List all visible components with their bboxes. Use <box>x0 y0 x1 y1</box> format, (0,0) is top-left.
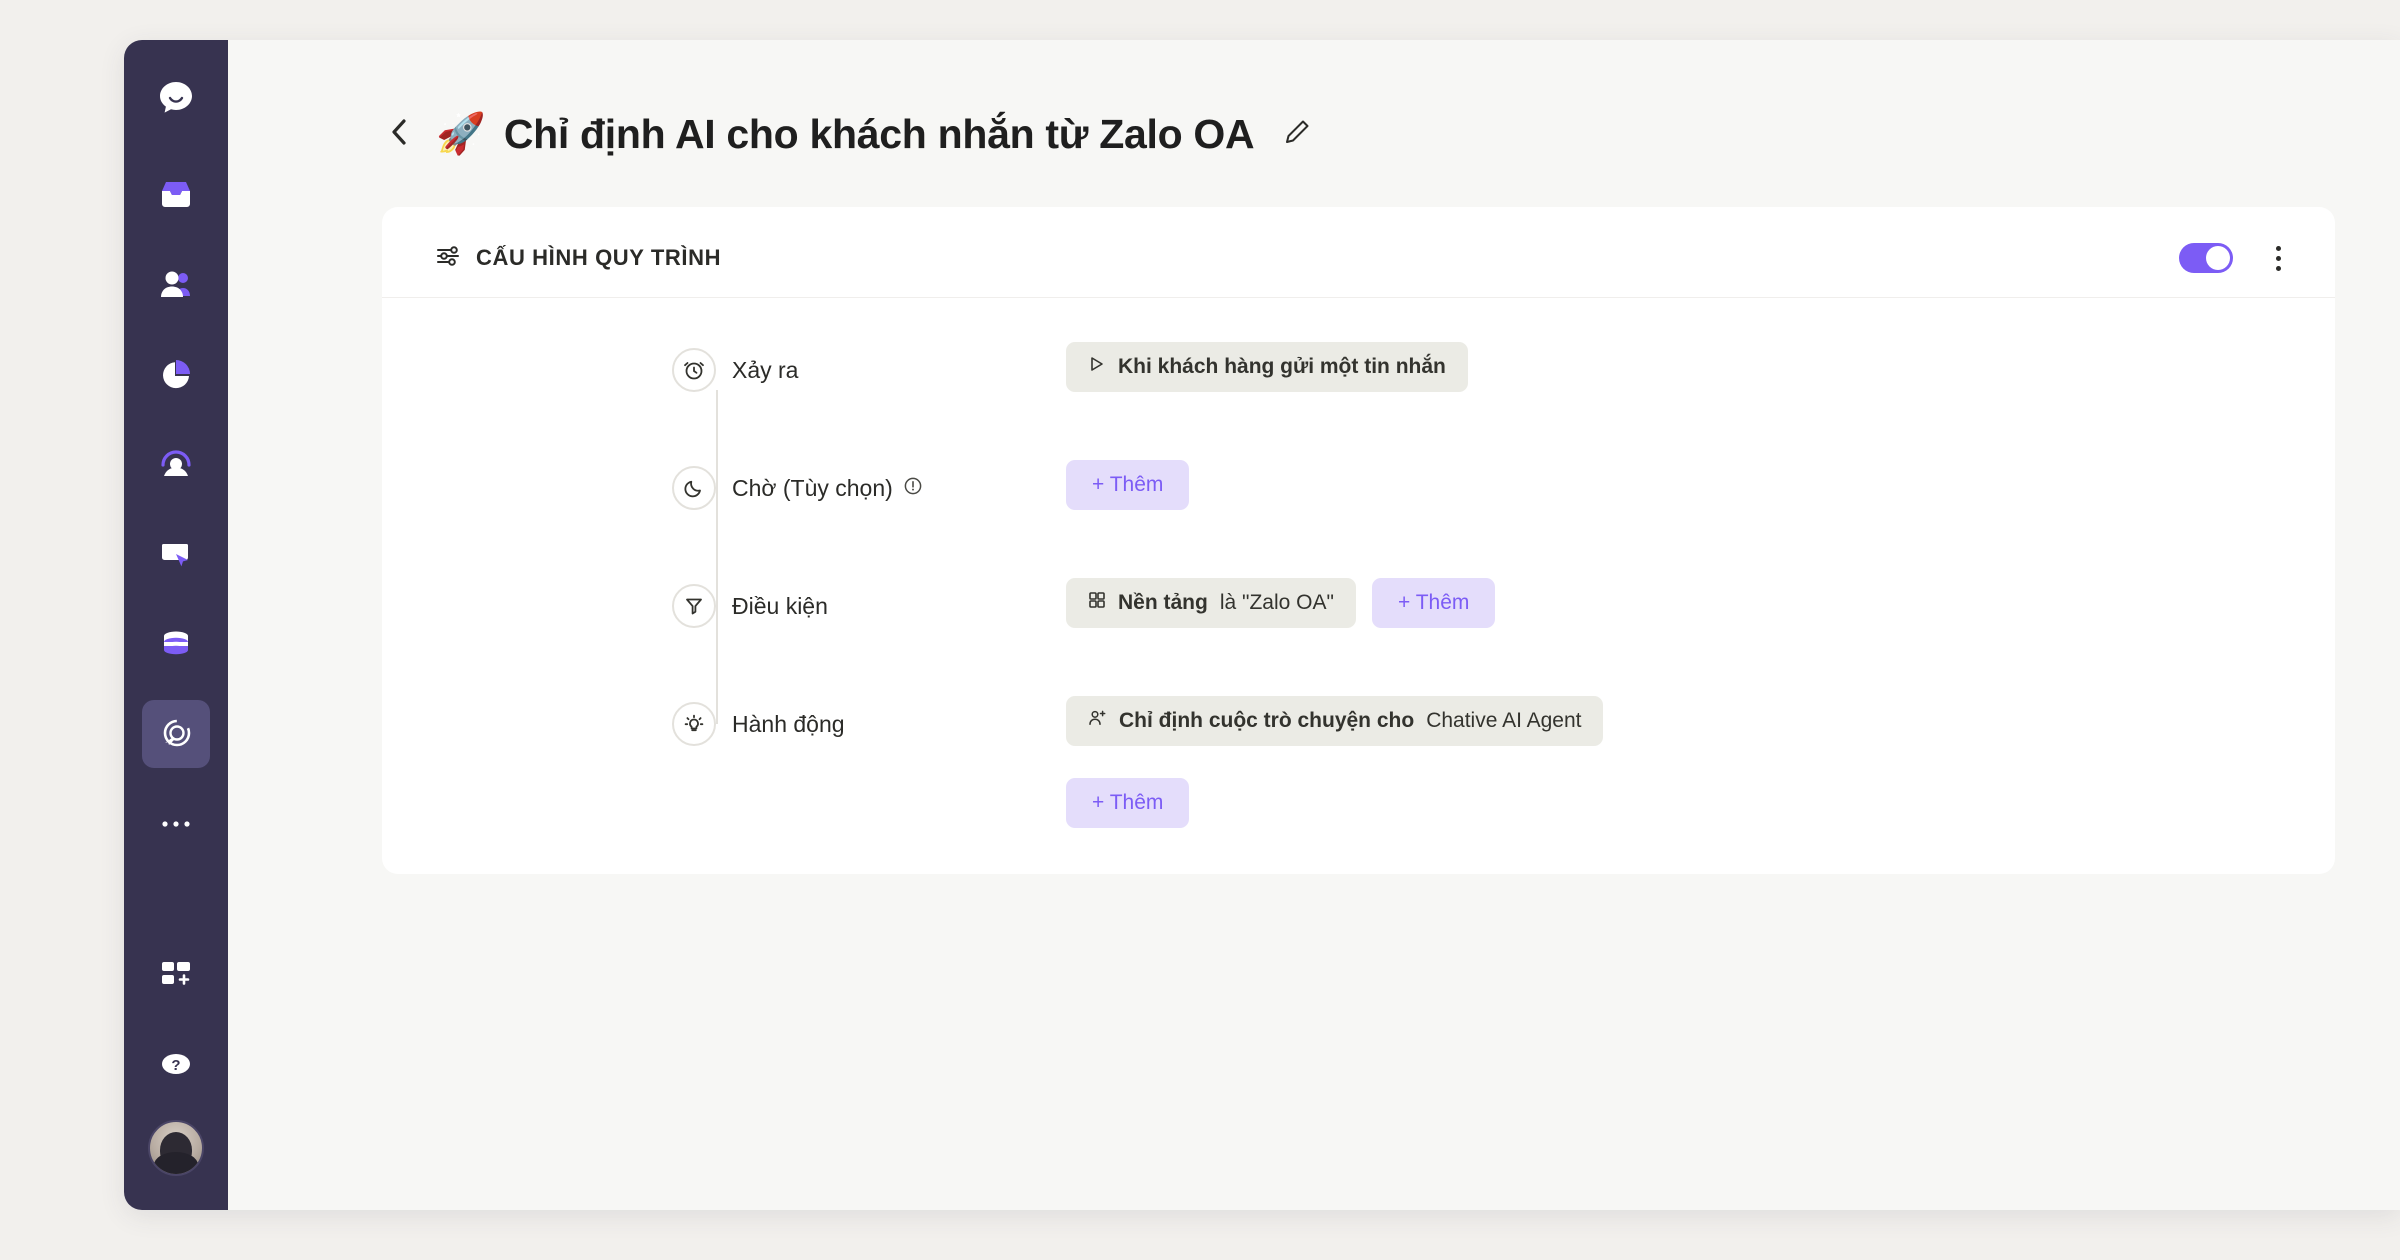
card-title-text: CẤU HÌNH QUY TRÌNH <box>476 245 722 270</box>
sidebar-item-more[interactable] <box>142 790 210 858</box>
database-icon <box>159 627 193 661</box>
step-right-action: Chỉ định cuộc trò chuyện cho Chative AI … <box>1034 690 1759 828</box>
trigger-chip[interactable]: Khi khách hàng gửi một tin nhắn <box>1066 342 1468 392</box>
sidebar-item-inbox[interactable] <box>142 160 210 228</box>
edit-title-button[interactable] <box>1278 115 1316 153</box>
grid-2x2-icon <box>1088 591 1106 615</box>
workflow-enabled-toggle[interactable] <box>2179 243 2233 273</box>
step-label-trigger: Xảy ra <box>732 356 799 383</box>
sidebar-item-data[interactable] <box>142 610 210 678</box>
add-action-button[interactable]: + Thêm <box>1066 778 1190 828</box>
sidebar-item-logo[interactable] <box>142 64 210 132</box>
pie-chart-icon <box>159 357 193 391</box>
action-chip-value: Chative AI Agent <box>1426 709 1582 732</box>
card-header: CẤU HÌNH QUY TRÌNH <box>382 207 2335 298</box>
workflow-step-trigger: Xảy ra Khi khách hàng gửi một tin nhắn <box>382 336 2335 454</box>
step-label-action: Hành động <box>732 710 845 737</box>
app-window: ? 🚀 Chỉ định AI cho khách nhắn từ Zalo O… <box>124 40 2400 1210</box>
page-title: Chỉ định AI cho khách nhắn từ Zalo OA <box>503 110 1255 157</box>
add-condition-button[interactable]: + Thêm <box>1371 578 1496 628</box>
pencil-icon <box>1282 117 1312 152</box>
workflow-step-action: Hành động Chỉ định cuộc trò chuyện cho C… <box>382 690 2335 828</box>
user-circle-icon <box>159 447 193 481</box>
step-label-wait: Chờ (Tùy chọn) <box>732 475 923 502</box>
avatar[interactable] <box>148 1120 204 1176</box>
kebab-menu-icon[interactable] <box>2265 241 2291 275</box>
add-wait-button[interactable]: + Thêm <box>1066 460 1190 510</box>
info-exclamation-icon[interactable] <box>903 475 923 502</box>
condition-chip-field: Nền tảng <box>1118 591 1208 614</box>
step-right-wait: + Thêm <box>1034 454 1190 510</box>
action-chip-label: Chỉ định cuộc trò chuyện cho <box>1119 709 1415 732</box>
page-header: 🚀 Chỉ định AI cho khách nhắn từ Zalo OA <box>228 40 2400 180</box>
lightbulb-icon <box>672 702 716 746</box>
workflow-step-condition: Điều kiện Nền tảng là "Zalo OA" + Thêm <box>382 572 2335 690</box>
sidebar-item-contacts[interactable] <box>142 250 210 318</box>
play-triangle-icon <box>1088 355 1106 379</box>
sidebar-item-help[interactable]: ? <box>142 1030 210 1098</box>
sidebar-item-automation[interactable] <box>142 700 210 768</box>
user-plus-icon <box>1088 709 1107 733</box>
automation-radar-icon <box>159 717 193 751</box>
sidebar: ? <box>124 40 228 1210</box>
back-button[interactable] <box>382 116 418 152</box>
sidebar-item-campaigns[interactable] <box>142 520 210 588</box>
workflow-step-wait: Chờ (Tùy chọn) + Thêm <box>382 454 2335 572</box>
card-header-actions <box>2179 241 2291 275</box>
filter-funnel-icon <box>672 584 716 628</box>
sidebar-item-apps[interactable] <box>142 940 210 1008</box>
step-left-condition: Điều kiện <box>382 572 1034 640</box>
step-right-trigger: Khi khách hàng gửi một tin nhắn <box>1034 336 1468 392</box>
question-mark-icon: ? <box>159 1047 193 1081</box>
chat-bubble-logo-icon <box>156 78 196 118</box>
moon-icon <box>672 466 716 510</box>
action-chip[interactable]: Chỉ định cuộc trò chuyện cho Chative AI … <box>1066 696 1604 746</box>
svg-text:?: ? <box>171 1057 180 1074</box>
condition-chip-value: là "Zalo OA" <box>1219 591 1334 614</box>
toggle-knob <box>2206 246 2230 270</box>
workflow-steps: Xảy ra Khi khách hàng gửi một tin nhắn C… <box>382 298 2335 828</box>
ellipsis-icon <box>159 818 193 830</box>
sliders-icon <box>436 243 462 274</box>
main-content: 🚀 Chỉ định AI cho khách nhắn từ Zalo OA … <box>228 40 2400 1210</box>
step-left-trigger: Xảy ra <box>382 336 1034 404</box>
step-left-wait: Chờ (Tùy chọn) <box>382 454 1034 522</box>
people-icon <box>159 267 193 301</box>
card-title: CẤU HÌNH QUY TRÌNH <box>436 243 721 274</box>
alarm-clock-icon <box>672 348 716 392</box>
card-click-icon <box>159 537 193 571</box>
trigger-chip-text: Khi khách hàng gửi một tin nhắn <box>1118 355 1446 378</box>
step-right-condition: Nền tảng là "Zalo OA" + Thêm <box>1034 572 1496 628</box>
condition-chip[interactable]: Nền tảng là "Zalo OA" <box>1066 578 1356 628</box>
sidebar-item-visitors[interactable] <box>142 430 210 498</box>
chevron-left-icon <box>387 117 413 152</box>
add-app-grid-icon <box>160 958 192 990</box>
rocket-emoji: 🚀 <box>436 112 486 156</box>
workflow-config-card: CẤU HÌNH QUY TRÌNH Xảy ra Khi khách hàng… <box>382 207 2335 874</box>
step-label-condition: Điều kiện <box>732 592 828 619</box>
step-left-action: Hành động <box>382 690 1034 758</box>
sidebar-item-analytics[interactable] <box>142 340 210 408</box>
inbox-icon <box>159 177 193 211</box>
